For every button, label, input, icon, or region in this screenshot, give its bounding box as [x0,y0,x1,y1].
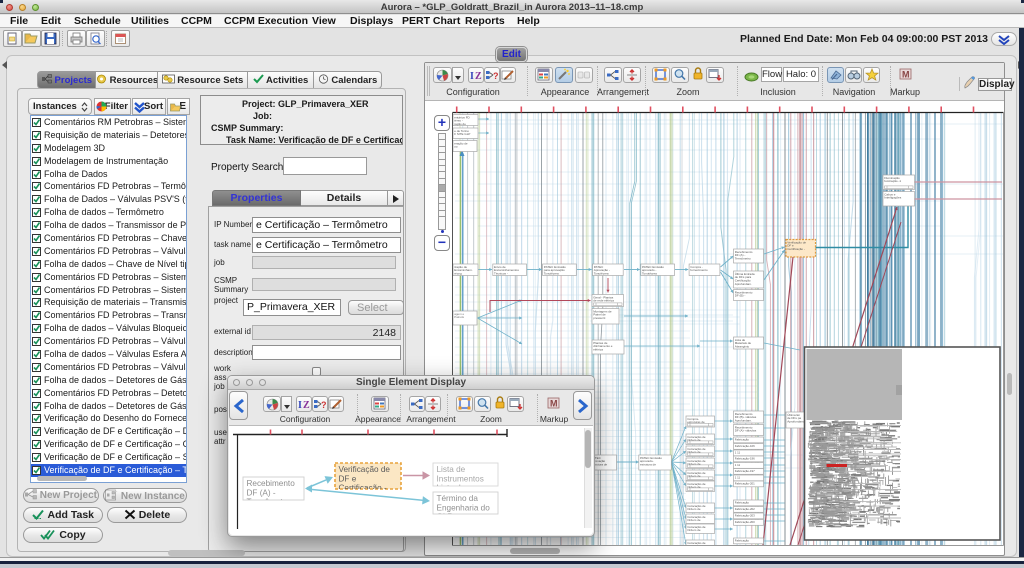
svg-text:Instrumentos: Instrumentos [437,474,484,483]
svg-text:DF e: DF e [339,474,357,483]
svg-text:Término da: Término da [437,494,479,503]
svg-text:Recebimento: Recebimento [247,479,296,488]
svg-text:Lista de: Lista de [437,484,466,493]
svg-text:Engenharia do: Engenharia do [437,503,491,512]
svg-text:Verificação de: Verificação de [339,465,391,474]
svg-text:Lista de: Lista de [437,465,466,474]
svg-text:GLP: GLP [437,513,454,522]
svg-text:DF (A) -: DF (A) - [247,488,276,497]
svg-text:Certificação -: Certificação - [339,484,388,493]
svg-text:Termômetro: Termômetro [247,498,291,507]
